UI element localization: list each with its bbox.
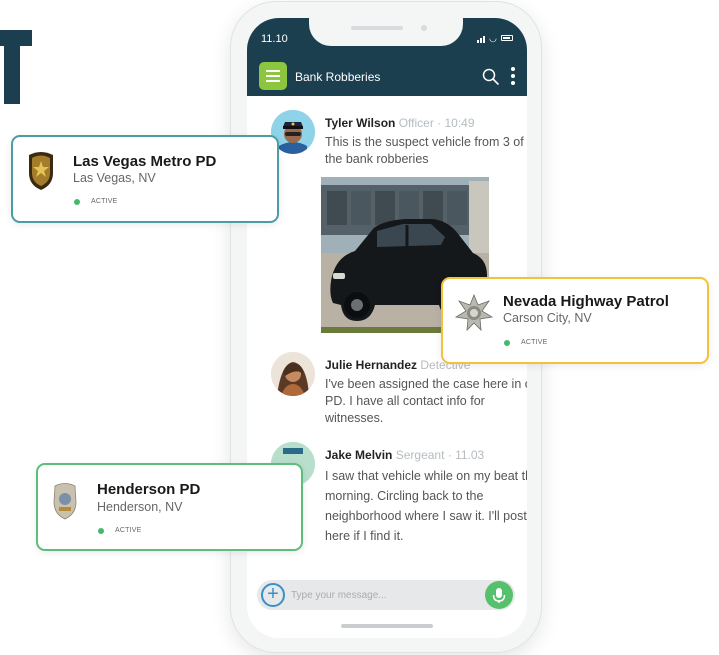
message-input[interactable] [291,586,471,604]
message-header: Tyler Wilson Officer · 10:49 [325,116,475,130]
message-text: This is the suspect vehicle from 3 of th… [325,135,524,166]
app-header: Bank Robberies [247,58,527,96]
signal-bar [483,36,485,43]
front-camera [421,25,427,31]
status-label: ACTIVE [91,198,118,205]
status-clock: 11.10 [261,33,288,45]
sender-name: Jake Melvin [325,448,393,462]
message-text: I've been assigned the case here in our … [325,377,527,425]
status-bar: 11.10 ◡ [247,18,527,58]
status-label: ACTIVE [115,527,142,534]
avatar-detective[interactable] [271,352,315,396]
microphone-icon[interactable] [485,581,513,609]
sender-name: Tyler Wilson [325,116,396,130]
agency-name: Las Vegas Metro PD [73,153,217,170]
agency-card-nevada-highway-patrol[interactable]: Nevada Highway Patrol Carson City, NV AC… [441,277,709,364]
home-indicator [341,624,433,628]
agency-location: Henderson, NV [97,500,183,514]
background-letter-fragment [0,30,32,104]
agency-name: Nevada Highway Patrol [503,293,669,310]
agency-card-las-vegas-metro[interactable]: Las Vegas Metro PD Las Vegas, NV ACTIVE [11,135,279,223]
status-dot [98,528,104,534]
signal-icon [477,40,479,43]
message-header: Jake Melvin Sergeant · 11.03 [325,448,484,462]
search-icon[interactable] [481,67,501,87]
police-star-badge-icon [29,152,53,190]
speaker-grille [351,26,403,30]
signal-bar [480,38,482,43]
phone-notch [309,18,463,46]
status-label: ACTIVE [521,339,548,346]
stage: 11.10 ◡ Bank Robberies Tyler Wilson Offi… [0,0,719,655]
police-shield-badge-icon [53,483,77,520]
hamburger-icon[interactable] [259,62,287,90]
agency-location: Las Vegas, NV [73,171,156,185]
agency-name: Henderson PD [97,481,201,498]
sender-role-time: Sergeant · 11.03 [395,448,485,462]
plus-circle-icon[interactable]: + [261,583,285,607]
system-icons: ◡ [477,33,513,43]
channel-title: Bank Robberies [295,70,381,84]
kebab-icon[interactable] [507,65,519,87]
status-dot [74,199,80,205]
agency-card-henderson[interactable]: Henderson PD Henderson, NV ACTIVE [36,463,303,551]
status-dot [504,340,510,346]
message-text: I saw that vehicle while on my beat this… [325,469,527,543]
message-composer: + [257,580,515,610]
agency-location: Carson City, NV [503,311,592,325]
battery-icon [501,35,513,41]
sender-role-time: Officer · 10:49 [398,116,475,130]
sheriff-star-badge-icon [454,293,494,332]
sender-name: Julie Hernandez [325,358,418,372]
wifi-icon: ◡ [489,33,497,43]
